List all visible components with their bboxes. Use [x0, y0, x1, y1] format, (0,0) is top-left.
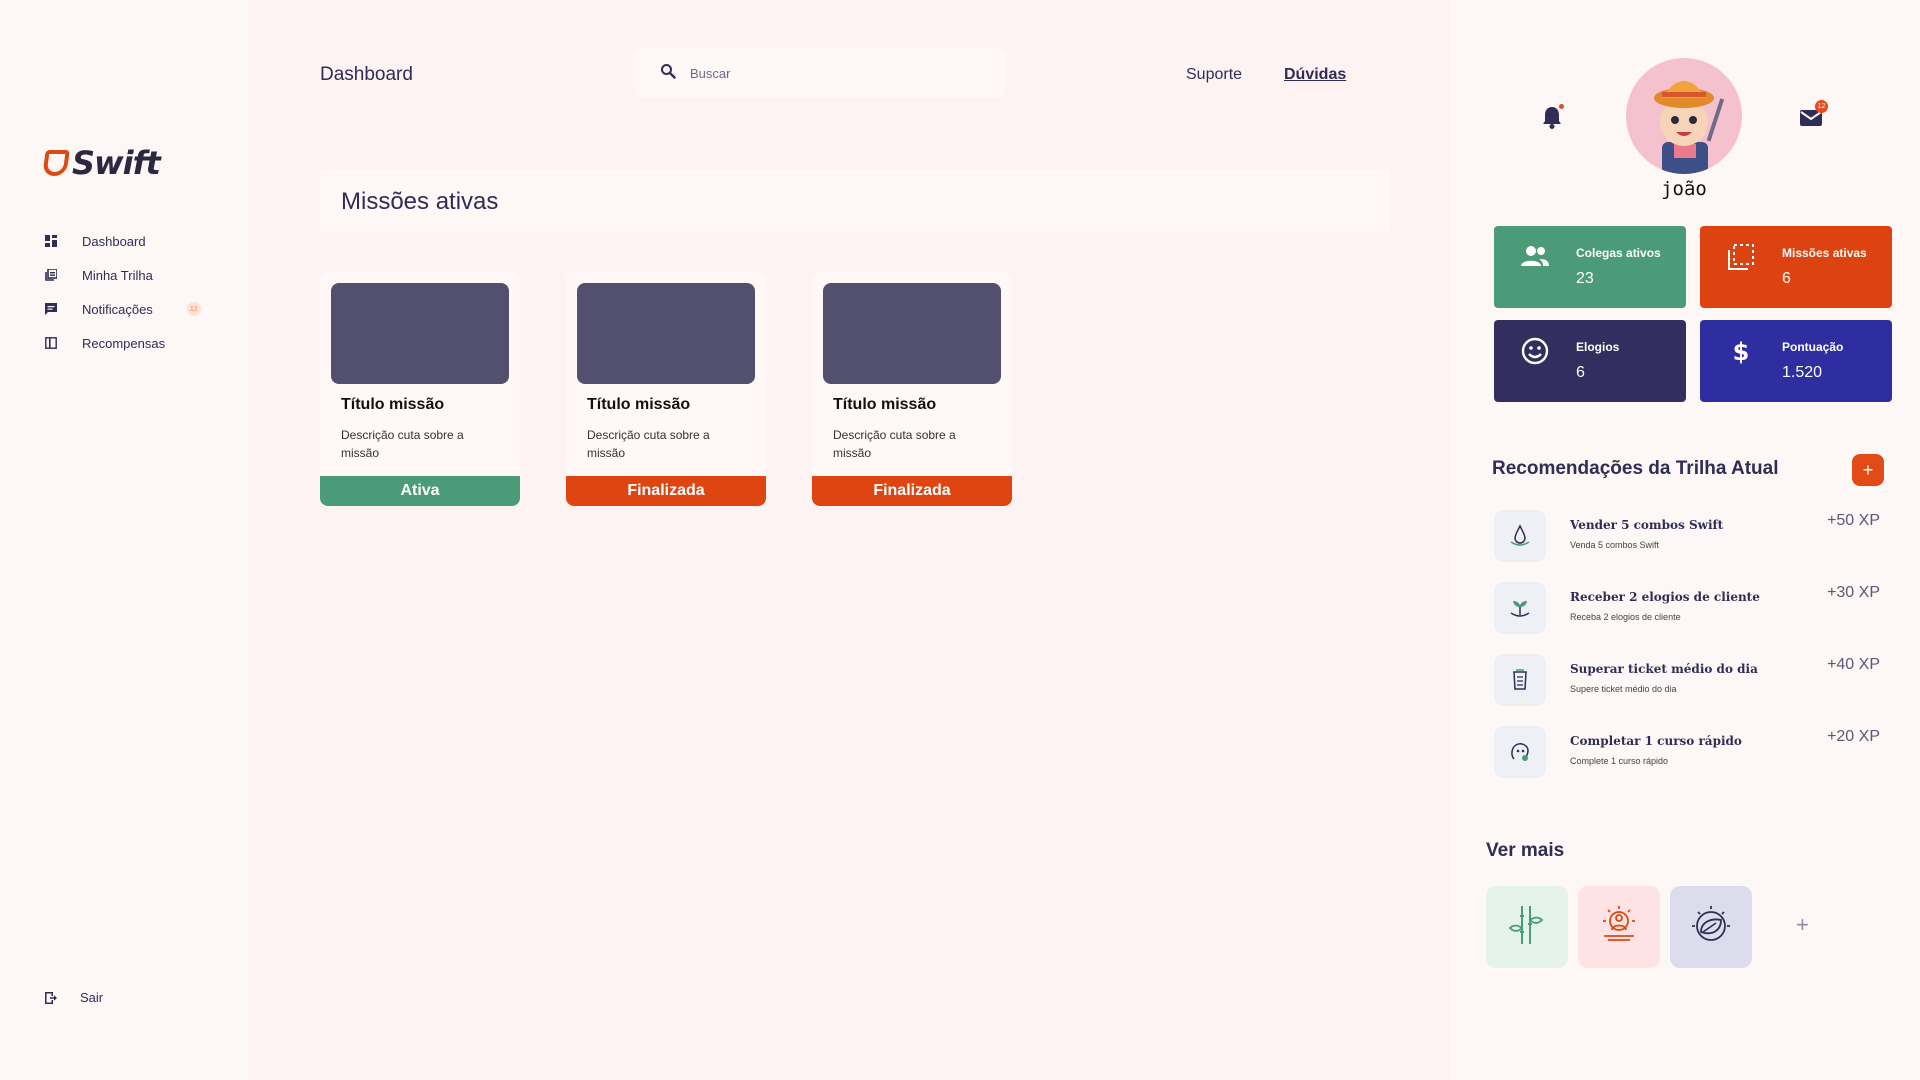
mission-description: Descrição cuta sobre a missão — [341, 428, 464, 460]
bamboo-icon — [1504, 902, 1550, 953]
stat-card-missoes: Missões ativas 6 — [1700, 226, 1892, 308]
recommendation-name: Completar 1 curso rápido — [1570, 734, 1742, 748]
plant-icon — [1494, 582, 1546, 634]
stat-value: 6 — [1576, 364, 1585, 381]
logout-button[interactable]: Sair — [44, 990, 103, 1005]
sidebar-item-label: Minha Trilha — [82, 267, 153, 283]
rewards-icon — [44, 336, 58, 350]
drop-icon — [1494, 510, 1546, 562]
sidebar-item-notificacoes[interactable]: Notificações 12 — [44, 292, 201, 326]
mission-description: Descrição cuta sobre a missão — [587, 428, 710, 460]
notification-dot — [1559, 104, 1564, 109]
bell-icon — [1540, 107, 1564, 134]
sidebar: Swift Dashboard Minha Trilha Notificaçõe… — [0, 0, 248, 1080]
mission-card[interactable]: Título missão Descrição cuta sobre a mis… — [566, 272, 766, 506]
more-tile-bamboo[interactable] — [1486, 886, 1568, 968]
add-recommendation-button[interactable]: + — [1852, 454, 1884, 486]
recommendation-subtitle: Receba 2 elogios de cliente — [1570, 612, 1681, 622]
mission-card[interactable]: Título missão Descrição cuta sobre a mis… — [812, 272, 1012, 506]
support-link[interactable]: Suporte — [1186, 66, 1242, 84]
mission-card[interactable]: Título missão Descrição cuta sobre a mis… — [320, 272, 520, 506]
svg-text:$: $ — [1733, 338, 1750, 366]
recommendation-item[interactable]: Receber 2 elogios de cliente Receba 2 el… — [1494, 582, 1890, 636]
more-tile-meditation[interactable] — [1578, 886, 1660, 968]
building-icon — [1494, 654, 1546, 706]
stat-label: Missões ativas — [1782, 246, 1867, 260]
stat-label: Elogios — [1576, 340, 1620, 354]
recommendation-xp: +30 XP — [1827, 584, 1880, 601]
mission-thumbnail — [331, 283, 509, 384]
sidebar-item-dashboard[interactable]: Dashboard — [44, 224, 201, 258]
notification-count-badge: 12 — [186, 302, 201, 316]
dashboard-icon — [44, 234, 58, 248]
brand-name: Swift — [72, 144, 161, 182]
recommendation-subtitle: Supere ticket médio do dia — [1570, 684, 1677, 694]
more-tile-leaf-sun[interactable] — [1670, 886, 1752, 968]
recommendation-item[interactable]: Superar ticket médio do dia Supere ticke… — [1494, 654, 1890, 708]
mail-icon — [1798, 110, 1826, 134]
sidebar-nav: Dashboard Minha Trilha Notificações 12 R… — [44, 224, 201, 360]
stat-label: Pontuação — [1782, 340, 1844, 354]
library-icon — [44, 268, 58, 282]
mission-thumbnail — [577, 283, 755, 384]
recommendation-xp: +50 XP — [1827, 512, 1880, 529]
search-box[interactable] — [634, 48, 1006, 98]
recommendation-item[interactable]: Vender 5 combos Swift Venda 5 combos Swi… — [1494, 510, 1890, 564]
stat-value: 23 — [1576, 270, 1594, 287]
recommendation-xp: +20 XP — [1827, 728, 1880, 745]
mission-description: Descrição cuta sobre a missão — [833, 428, 956, 460]
brain-icon — [1494, 726, 1546, 778]
logout-label: Sair — [80, 990, 104, 1005]
logo-mark-icon — [42, 150, 70, 176]
sidebar-item-minha-trilha[interactable]: Minha Trilha — [44, 258, 201, 292]
stat-value: 1.520 — [1782, 364, 1823, 381]
mail-count-badge: 12 — [1815, 100, 1828, 113]
sidebar-item-label: Dashboard — [82, 233, 146, 249]
recommendation-subtitle: Complete 1 curso rápido — [1570, 756, 1669, 766]
page-title: Dashboard — [320, 64, 413, 85]
stat-card-elogios: Elogios 6 — [1494, 320, 1686, 402]
stat-card-colegas: Colegas ativos 23 — [1494, 226, 1686, 308]
mission-status-badge: Ativa — [320, 476, 520, 506]
recommendation-item[interactable]: Completar 1 curso rápido Complete 1 curs… — [1494, 726, 1890, 780]
search-input[interactable] — [690, 65, 990, 81]
search-icon — [660, 63, 690, 84]
stat-label: Colegas ativos — [1576, 246, 1661, 260]
more-add-button[interactable]: + — [1796, 912, 1809, 938]
username: joão — [1661, 178, 1707, 200]
message-icon — [44, 302, 58, 316]
faq-link[interactable]: Dúvidas — [1284, 66, 1346, 84]
mission-thumbnail — [823, 283, 1001, 384]
mission-status-badge: Finalizada — [566, 476, 766, 506]
see-more-title: Ver mais — [1486, 840, 1564, 861]
recommendation-name: Receber 2 elogios de cliente — [1570, 590, 1760, 604]
recommendation-xp: +40 XP — [1827, 656, 1880, 673]
section-title: Missões ativas — [341, 188, 499, 215]
mission-status-badge: Finalizada — [812, 476, 1012, 506]
mission-title: Título missão — [833, 396, 937, 413]
sidebar-item-label: Notificações — [82, 301, 153, 317]
mission-title: Título missão — [587, 396, 691, 413]
leaf-sun-icon — [1688, 902, 1734, 953]
stat-card-pontuacao: $ Pontuação 1.520 — [1700, 320, 1892, 402]
recommendations-title: Recomendações da Trilha Atual — [1492, 458, 1779, 479]
mission-title: Título missão — [341, 396, 445, 413]
avatar[interactable] — [1626, 58, 1742, 174]
recommendation-name: Vender 5 combos Swift — [1570, 518, 1724, 532]
recommendation-name: Superar ticket médio do dia — [1570, 662, 1758, 676]
sidebar-item-recompensas[interactable]: Recompensas — [44, 326, 201, 360]
brand-logo[interactable]: Swift — [42, 144, 161, 182]
logout-icon — [44, 991, 58, 1005]
recommendation-subtitle: Venda 5 combos Swift — [1570, 540, 1660, 550]
section-header: Missões ativas — [320, 170, 1390, 232]
messages-button[interactable]: 12 — [1798, 100, 1828, 130]
notifications-button[interactable] — [1540, 104, 1564, 130]
meditation-icon — [1596, 902, 1642, 953]
stat-value: 6 — [1782, 270, 1791, 287]
sidebar-item-label: Recompensas — [82, 335, 166, 351]
